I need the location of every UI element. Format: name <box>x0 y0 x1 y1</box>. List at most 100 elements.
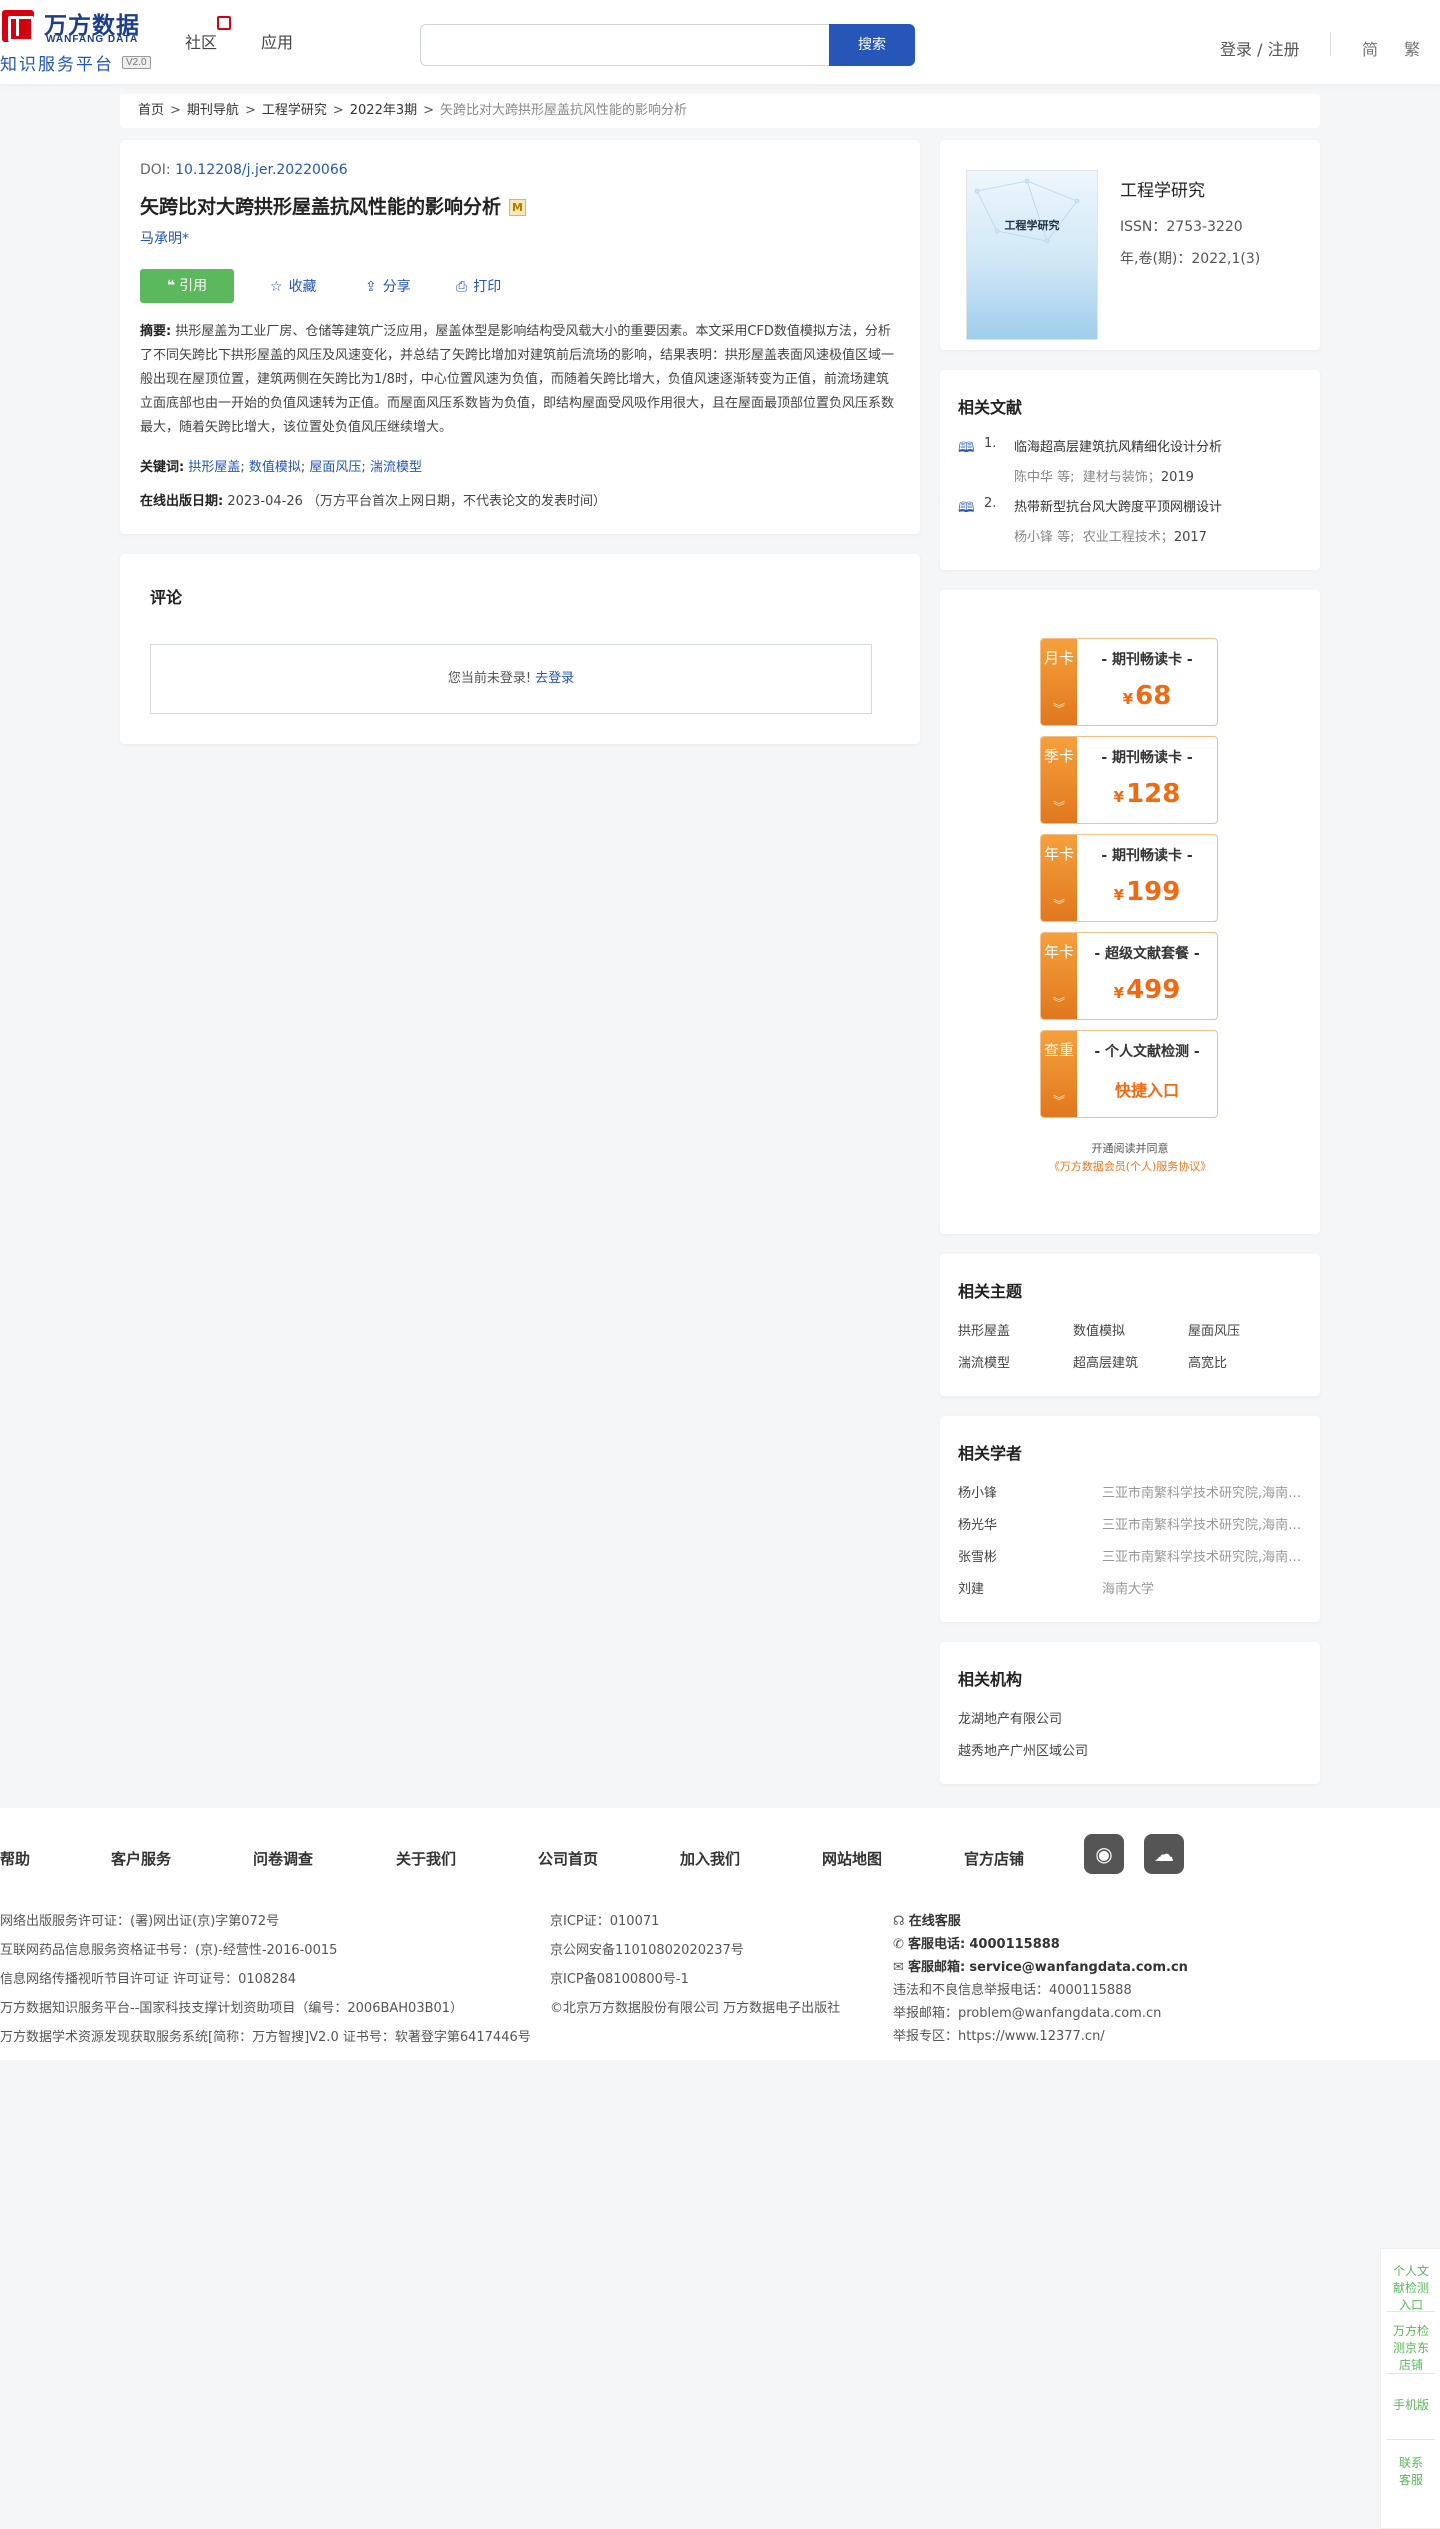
breadcrumb-home[interactable]: 首页 <box>138 103 164 118</box>
related-scholars-card: 相关学者 杨小锋 三亚市南繁科学技术研究院,海南省三亚市 杨光华 三亚市南繁科学… <box>940 1416 1320 1622</box>
vip-card-super-package[interactable]: 年卡 ︾ - 超级文献套餐 - ¥499 <box>1040 932 1218 1020</box>
lang-traditional[interactable]: 繁 <box>1404 36 1420 60</box>
lang-simplified[interactable]: 简 <box>1362 36 1378 60</box>
copyright-line: ©北京万方数据股份有限公司 万方数据电子出版社 <box>550 2001 841 2016</box>
journal-volume: 年,卷(期)：2022,1(3) <box>1120 251 1261 267</box>
footer-survey-link[interactable]: 问卷调查 <box>253 1848 313 1869</box>
scholar-name[interactable]: 张雪彬 <box>958 1546 997 1565</box>
report-email[interactable]: 举报邮箱：problem@wanfangdata.com.cn <box>893 2002 1161 2021</box>
related-docs-card: 相关文献 🕮 1. 临海超高层建筑抗风精细化设计分析 陈中华 等; 建材与装饰；… <box>940 370 1320 570</box>
go-login-link[interactable]: 去登录 <box>535 671 574 686</box>
footer-store-link[interactable]: 官方店铺 <box>964 1848 1024 1869</box>
scholar-name[interactable]: 杨小锋 <box>958 1482 997 1501</box>
topic-link[interactable]: 拱形屋盖 <box>958 1320 1010 1339</box>
online-service-label: 在线客服 <box>908 1914 961 1929</box>
related-doc-title[interactable]: 临海超高层建筑抗风精细化设计分析 <box>1014 436 1222 455</box>
share-icon: ⇪ <box>365 279 377 295</box>
vip-card-monthly[interactable]: 月卡 ︾ - 期刊畅读卡 - ¥68 <box>1040 638 1218 726</box>
chevron-down-icon: ︾ <box>1052 996 1065 1010</box>
vip-card-yearly[interactable]: 年卡 ︾ - 期刊畅读卡 - ¥199 <box>1040 834 1218 922</box>
mobile-version-link[interactable]: 手机版 <box>1381 2397 1440 2414</box>
breadcrumb-journal[interactable]: 工程学研究 <box>262 103 327 118</box>
doi-label: DOI: <box>140 162 171 178</box>
float-divider <box>1387 2373 1435 2374</box>
breadcrumb-journal-nav[interactable]: 期刊导航 <box>187 103 239 118</box>
comment-login-prompt: 您当前未登录! 去登录 <box>150 644 872 714</box>
nav-community[interactable]: 社区 <box>185 29 217 53</box>
site-footer: 帮助 客户服务 问卷调查 关于我们 公司首页 加入我们 网站地图 官方店铺 ◉ … <box>0 1808 1440 2060</box>
keyword-link[interactable]: 数值模拟 <box>249 460 301 475</box>
report-site[interactable]: 举报专区：https://www.12377.cn/ <box>893 2025 1105 2044</box>
printer-icon: ⎙ <box>456 279 468 295</box>
wanfang-logo-icon[interactable] <box>2 10 34 42</box>
related-doc-title[interactable]: 热带新型抗台风大跨度平顶网棚设计 <box>1014 496 1222 515</box>
doi-link[interactable]: 10.12208/j.jer.20220066 <box>175 162 348 178</box>
cite-button[interactable]: ❝ 引用 <box>140 269 234 303</box>
footer-about-link[interactable]: 关于我们 <box>396 1848 456 1869</box>
journal-cover-image[interactable]: 工程学研究 <box>966 170 1098 340</box>
topic-link[interactable]: 屋面风压 <box>1188 1320 1240 1339</box>
footer-help-link[interactable]: 帮助 <box>0 1848 30 1869</box>
star-icon: ☆ <box>270 279 283 295</box>
journal-name[interactable]: 工程学研究 <box>1120 176 1205 201</box>
footer-home-link[interactable]: 公司首页 <box>538 1848 598 1869</box>
weibo-icon[interactable]: ◉ <box>1084 1834 1124 1874</box>
institution-link[interactable]: 越秀地产广州区域公司 <box>958 1740 1088 1759</box>
nav-apps[interactable]: 应用 <box>261 29 293 53</box>
breadcrumb-issue[interactable]: 2022年3期 <box>350 103 417 118</box>
icp-line[interactable]: 京公网安备11010802020237号 <box>550 1939 744 1958</box>
topic-link[interactable]: 超高层建筑 <box>1073 1352 1138 1371</box>
floating-sidebar: 个人文献检测入口 万方检测京东店铺 手机版 联系客服 <box>1380 2248 1440 2529</box>
currency-symbol: ¥ <box>1113 788 1125 806</box>
icp-line[interactable]: 京ICP备08100800号-1 <box>550 1968 689 1987</box>
print-button[interactable]: ⎙ 打印 <box>456 276 501 296</box>
scholar-name[interactable]: 刘建 <box>958 1578 984 1597</box>
topic-link[interactable]: 数值模拟 <box>1073 1320 1125 1339</box>
logo-subtitle[interactable]: 知识服务平台 <box>0 50 114 75</box>
topic-link[interactable]: 湍流模型 <box>958 1352 1010 1371</box>
article-card: DOI: 10.12208/j.jer.20220066 矢跨比对大跨拱形屋盖抗… <box>120 140 920 534</box>
m-badge-icon: M <box>509 199 527 216</box>
scholar-name[interactable]: 杨光华 <box>958 1514 997 1533</box>
wechat-icon[interactable]: ☁ <box>1144 1834 1184 1874</box>
currency-symbol: ¥ <box>1113 886 1125 904</box>
keyword-link[interactable]: 拱形屋盖 <box>188 460 240 475</box>
share-button[interactable]: ⇪ 分享 <box>365 276 411 296</box>
license-line: 万方数据学术资源发现获取服务系统[简称：万方智搜]V2.0 证书号：软著登字第6… <box>0 2030 531 2045</box>
personal-check-entry[interactable]: 个人文献检测入口 <box>1381 2263 1440 2314</box>
online-service-link[interactable]: ☊ 在线客服 <box>893 1910 961 1929</box>
keyword-link[interactable]: 湍流模型 <box>370 460 422 475</box>
footer-join-link[interactable]: 加入我们 <box>680 1848 740 1869</box>
icp-line[interactable]: 京ICP证：010071 <box>550 1910 659 1929</box>
related-doc-num: 2. <box>984 496 997 511</box>
contact-service-link[interactable]: 联系客服 <box>1381 2455 1440 2489</box>
keyword-link[interactable]: 屋面风压 <box>309 460 361 475</box>
topic-link[interactable]: 高宽比 <box>1188 1352 1227 1371</box>
logo-version-badge: V2.0 <box>122 56 151 69</box>
footer-sitemap-link[interactable]: 网站地图 <box>822 1848 882 1869</box>
service-phone: ✆ 客服电话: 4000115888 <box>893 1933 1060 1952</box>
price-value: 68 <box>1135 681 1172 711</box>
related-doc-year: 2019 <box>1160 470 1194 485</box>
email-value[interactable]: service@wanfangdata.com.cn <box>969 1960 1188 1975</box>
chevron-down-icon: ︾ <box>1052 800 1065 814</box>
footer-customer-service-link[interactable]: 客户服务 <box>111 1848 171 1869</box>
doi-line: DOI: 10.12208/j.jer.20220066 <box>140 162 348 178</box>
journal-card: 工程学研究 工程学研究 ISSN：2753-3220 年,卷(期)：2022,1… <box>940 140 1320 350</box>
institution-link[interactable]: 龙湖地产有限公司 <box>958 1708 1062 1727</box>
report-phone: 违法和不良信息举报电话：4000115888 <box>893 1983 1132 1998</box>
service-agreement-link[interactable]: 《万方数据会员(个人)服务协议》 <box>940 1158 1320 1174</box>
logo-english[interactable]: WANFANG DATA <box>46 34 138 45</box>
related-institutions-card: 相关机构 龙湖地产有限公司 越秀地产广州区域公司 <box>940 1642 1320 1784</box>
favorite-button[interactable]: ☆ 收藏 <box>270 276 317 296</box>
breadcrumb-current: 矢跨比对大跨拱形屋盖抗风性能的影响分析 <box>440 103 688 118</box>
search-button[interactable]: 搜索 <box>829 24 915 66</box>
author-link[interactable]: 马承明* <box>140 228 189 248</box>
search-input[interactable] <box>420 24 829 66</box>
price-value: 199 <box>1126 877 1181 907</box>
jd-store-link[interactable]: 万方检测京东店铺 <box>1381 2323 1440 2374</box>
vip-card-quarterly[interactable]: 季卡 ︾ - 期刊畅读卡 - ¥128 <box>1040 736 1218 824</box>
vip-card-plagiarism-check[interactable]: 查重 ︾ - 个人文献检测 - 快捷入口 <box>1040 1030 1218 1118</box>
login-register-link[interactable]: 登录 / 注册 <box>1220 36 1300 60</box>
quick-entry-link: 快捷入口 <box>1114 1081 1179 1100</box>
